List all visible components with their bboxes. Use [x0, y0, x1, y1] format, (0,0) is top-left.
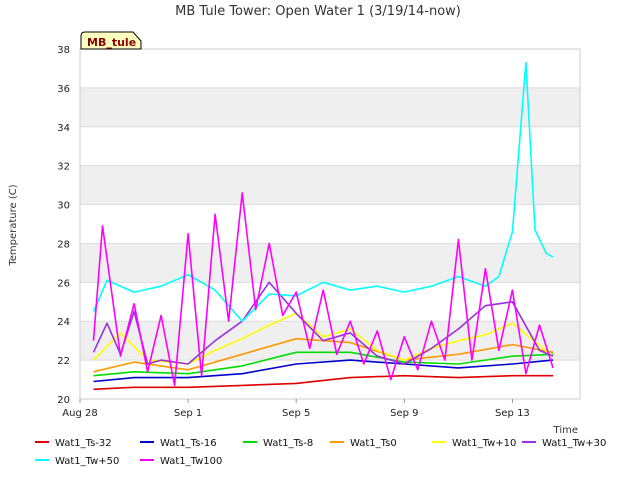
site-badge: MB_tule: [80, 31, 142, 50]
y-tick-label: 24: [57, 317, 70, 328]
y-tick-label: 36: [57, 84, 70, 95]
y-tick-label: 28: [57, 239, 70, 250]
legend-label-wat1-tw-50: Wat1_Tw+50: [55, 456, 119, 467]
temperature-chart: 20 22 24 26 28 30 32 34 36 38 Aug 28 Sep 1 Sep 5 Sep…: [0, 0, 640, 480]
y-tick-label: 32: [57, 162, 70, 173]
legend-label-wat1-tw-30: Wat1_Tw+30: [542, 438, 606, 449]
plot-band: [80, 243, 580, 283]
legend-label-wat1-ts-32: Wat1_Ts-32: [55, 438, 112, 449]
y-tick-label: 22: [57, 356, 70, 367]
y-tick-label: 20: [57, 395, 70, 406]
plot-band: [80, 87, 580, 127]
plot-band: [80, 165, 580, 205]
x-tick-label: Sep 9: [390, 408, 418, 419]
y-tick-label: 26: [57, 278, 70, 289]
x-tick-label: Sep 5: [282, 408, 310, 419]
legend-label-wat1-ts-8: Wat1_Ts-8: [263, 438, 313, 449]
legend-label-wat1-tw100: Wat1_Tw100: [160, 456, 222, 467]
site-badge-label: MB_tule: [87, 36, 136, 49]
x-tick-label: Aug 28: [62, 408, 97, 419]
x-tick-label: Sep 13: [495, 408, 530, 419]
legend-label-wat1-ts0: Wat1_Ts0: [350, 438, 397, 449]
y-tick-label: 34: [57, 123, 70, 134]
chart-title: MB Tule Tower: Open Water 1 (3/19/14-now…: [175, 4, 461, 19]
y-tick-label: 30: [57, 201, 70, 212]
x-tick-label: Sep 1: [174, 408, 202, 419]
x-axis-title: Time: [553, 425, 578, 436]
legend-label-wat1-ts-16: Wat1_Ts-16: [160, 438, 217, 449]
y-tick-label: 38: [57, 45, 70, 56]
y-axis-title: Temperature (C): [8, 184, 19, 266]
legend-label-wat1-tw-10: Wat1_Tw+10: [452, 438, 516, 449]
